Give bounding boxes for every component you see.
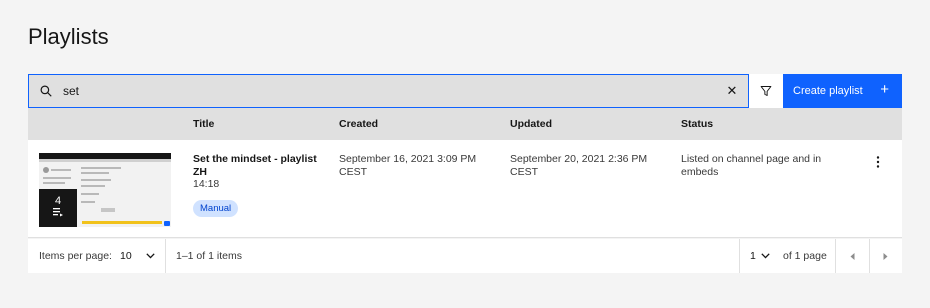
table-row[interactable]: 4 Set the mindset - playlist ZH 14:18 Ma… xyxy=(28,140,902,238)
items-per-page-select[interactable]: 10 xyxy=(120,239,162,273)
updated-date: September 20, 2021 2:36 PM CEST xyxy=(510,153,648,178)
plus-icon: + xyxy=(880,81,889,98)
clear-search-icon[interactable]: ✕ xyxy=(716,75,748,107)
items-range: 1–1 of 1 items xyxy=(176,250,242,262)
items-per-page-value: 10 xyxy=(120,250,132,262)
search-icon xyxy=(29,85,63,97)
divider xyxy=(165,239,166,273)
page-select-value: 1 xyxy=(750,250,756,262)
search-input[interactable] xyxy=(63,84,716,98)
items-per-page-label: Items per page: xyxy=(39,250,112,262)
created-date: September 16, 2021 3:09 PM CEST xyxy=(339,153,477,178)
column-header-updated[interactable]: Updated xyxy=(510,118,552,130)
playlist-title[interactable]: Set the mindset - playlist ZH xyxy=(193,153,323,179)
create-playlist-button[interactable]: Create playlist + xyxy=(783,74,902,108)
playlist-status: Listed on channel page and in embeds xyxy=(681,153,822,178)
table-header: Title Created Updated Status xyxy=(28,108,902,140)
divider xyxy=(739,239,740,273)
next-page-button[interactable] xyxy=(869,239,902,273)
playlist-icon xyxy=(53,208,63,217)
caret-left-icon xyxy=(850,252,855,260)
status-badge: Manual xyxy=(193,200,239,217)
search-bar: ✕ xyxy=(28,74,749,108)
chevron-down-icon xyxy=(146,253,155,259)
filter-icon xyxy=(760,86,772,96)
toolbar: ✕ Create playlist + xyxy=(28,74,902,108)
overflow-menu-icon xyxy=(876,156,880,168)
create-playlist-label: Create playlist xyxy=(793,85,863,97)
of-pages-label: of 1 page xyxy=(783,250,827,262)
column-header-status[interactable]: Status xyxy=(681,118,713,130)
chevron-down-icon xyxy=(761,253,770,259)
filter-button[interactable] xyxy=(749,74,783,108)
column-header-created[interactable]: Created xyxy=(339,118,378,130)
page-title: Playlists xyxy=(28,24,109,49)
column-header-title[interactable]: Title xyxy=(193,118,214,130)
playlist-thumbnail[interactable]: 4 xyxy=(39,153,171,227)
item-count-label: 4 xyxy=(54,195,62,207)
playlist-duration: 14:18 xyxy=(193,178,220,190)
playlist-item-count: 4 xyxy=(39,189,77,227)
overflow-menu-button[interactable] xyxy=(871,154,885,170)
pagination: Items per page: 10 1–1 of 1 items 1 of 1… xyxy=(28,239,902,273)
caret-right-icon xyxy=(883,252,888,260)
previous-page-button[interactable] xyxy=(836,239,869,273)
